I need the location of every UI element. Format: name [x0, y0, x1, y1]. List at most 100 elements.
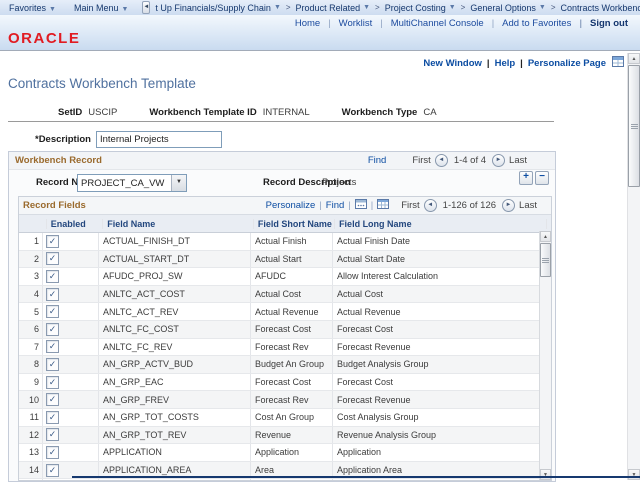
key-field: Workbench Template IDINTERNAL: [149, 107, 309, 118]
page-link-new-window[interactable]: New Window: [423, 58, 482, 69]
scroll-up-button[interactable]: ▲: [540, 231, 551, 242]
window-bottom-edge: [72, 476, 640, 478]
enabled-checkbox[interactable]: ✓: [46, 428, 59, 441]
page-link-help[interactable]: Help: [482, 58, 515, 69]
utility-link-multichannel-console[interactable]: MultiChannel Console: [372, 18, 483, 29]
field-long-name-cell: Allow Interest Calculation: [333, 268, 547, 285]
enabled-checkbox[interactable]: ✓: [46, 358, 59, 371]
page-scrollbar[interactable]: ▲ ▼: [627, 53, 640, 480]
check-icon: ✓: [49, 394, 57, 404]
header-band: HomeWorklistMultiChannel ConsoleAdd to F…: [0, 15, 640, 51]
enabled-cell: ✓: [42, 268, 99, 285]
field-name-cell: AN_GRP_FREV: [99, 391, 251, 408]
pager-prev-button[interactable]: ◄: [424, 199, 437, 212]
enabled-checkbox[interactable]: ✓: [46, 252, 59, 265]
scroll-down-button[interactable]: ▼: [628, 469, 640, 480]
main-menu-label: Main Menu: [74, 3, 119, 13]
personalize-layout-icon[interactable]: [612, 56, 624, 70]
arrow-left-icon: ◄: [438, 157, 444, 163]
check-icon: ✓: [49, 253, 57, 263]
field-long-name-cell: Actual Cost: [333, 286, 547, 303]
workbench-record-pager: First ◄ 1-4 of 4 ► Last: [412, 154, 527, 167]
breadcrumb-label: Contracts Workbench Template: [561, 3, 640, 13]
grip-icon: [631, 124, 638, 129]
divider: [8, 121, 554, 122]
enabled-checkbox[interactable]: ✓: [46, 411, 59, 424]
download-icon[interactable]: [377, 199, 389, 212]
enabled-cell: ✓: [42, 233, 99, 250]
page-scrollbar-thumb[interactable]: [628, 65, 640, 187]
check-icon: ✓: [49, 429, 57, 439]
field-short-name-cell: Forecast Rev: [251, 339, 333, 356]
table-row: 7 ✓ ANLTC_FC_REV Forecast Rev Forecast R…: [19, 339, 551, 357]
table-row: 13 ✓ APPLICATION Application Application: [19, 444, 551, 462]
chevron-down-icon: ▼: [539, 4, 546, 11]
row-number: 10: [19, 391, 42, 408]
enabled-checkbox[interactable]: ✓: [46, 464, 59, 477]
personalize-link[interactable]: Personalize: [266, 200, 316, 211]
check-icon: ✓: [49, 465, 57, 475]
view-all-icon[interactable]: [355, 199, 367, 212]
enabled-checkbox[interactable]: ✓: [46, 288, 59, 301]
table-row: 12 ✓ AN_GRP_TOT_REV Revenue Revenue Anal…: [19, 427, 551, 445]
field-name-cell: AN_GRP_TOT_REV: [99, 427, 251, 444]
record-fields-find-link[interactable]: Find: [326, 200, 344, 211]
utility-link-add-to-favorites[interactable]: Add to Favorites: [484, 18, 572, 29]
key-field-label: Workbench Type: [342, 107, 418, 118]
pager-next-button[interactable]: ►: [492, 154, 505, 167]
breadcrumb-item[interactable]: t Up Financials/Supply Chain▼: [155, 3, 281, 13]
pager-last-link[interactable]: Last: [509, 155, 527, 166]
chevron-down-icon: ▼: [363, 4, 370, 11]
description-input[interactable]: [96, 131, 222, 148]
table-row: 8 ✓ AN_GRP_ACTV_BUD Budget An Group Budg…: [19, 356, 551, 374]
pager-prev-button[interactable]: ◄: [435, 154, 448, 167]
check-icon: ✓: [49, 359, 57, 369]
table-row: 6 ✓ ANLTC_FC_COST Forecast Cost Forecast…: [19, 321, 551, 339]
utility-link-home[interactable]: Home: [295, 18, 320, 29]
utility-link-sign-out[interactable]: Sign out: [571, 18, 628, 29]
enabled-cell: ✓: [42, 409, 99, 426]
scroll-down-button[interactable]: ▼: [540, 469, 551, 480]
pager-first-link[interactable]: First: [412, 155, 430, 166]
add-row-button[interactable]: +: [519, 171, 533, 185]
field-long-name-cell: Application: [333, 444, 547, 461]
breadcrumb-label: Product Related: [296, 3, 361, 13]
grid-scrollbar-thumb[interactable]: [540, 243, 551, 277]
breadcrumb-item[interactable]: Product Related▼: [281, 3, 370, 13]
breadcrumb-item[interactable]: Project Costing▼: [370, 3, 456, 13]
separator: |: [371, 200, 373, 211]
pager-next-button[interactable]: ►: [502, 199, 515, 212]
page-link-personalize-page[interactable]: Personalize Page: [515, 58, 606, 69]
enabled-checkbox[interactable]: ✓: [46, 340, 59, 353]
enabled-checkbox[interactable]: ✓: [46, 270, 59, 283]
main-menu[interactable]: Main Menu▼: [65, 3, 137, 13]
enabled-checkbox[interactable]: ✓: [46, 323, 59, 336]
enabled-checkbox[interactable]: ✓: [46, 305, 59, 318]
enabled-cell: ✓: [42, 374, 99, 391]
favorites-menu[interactable]: Favorites▼: [0, 3, 65, 13]
check-icon: ✓: [49, 306, 57, 316]
enabled-cell: ✓: [42, 286, 99, 303]
key-field-value: INTERNAL: [263, 107, 310, 118]
grid-scrollbar[interactable]: ▲ ▼: [539, 231, 551, 480]
row-number: 14: [19, 462, 42, 479]
enabled-checkbox[interactable]: ✓: [46, 446, 59, 459]
enabled-checkbox[interactable]: ✓: [46, 393, 59, 406]
scroll-up-button[interactable]: ▲: [628, 53, 640, 64]
breadcrumb-item[interactable]: General Options▼: [456, 3, 546, 13]
enabled-cell: ✓: [42, 251, 99, 268]
pager-last-link[interactable]: Last: [519, 200, 537, 211]
description-row: *Description: [35, 131, 222, 148]
field-short-name-cell: Forecast Rev: [251, 391, 333, 408]
enabled-cell: ✓: [42, 391, 99, 408]
workbench-record-find-link[interactable]: Find: [368, 155, 386, 166]
delete-row-button[interactable]: −: [535, 171, 549, 185]
utility-link-worklist[interactable]: Worklist: [320, 18, 372, 29]
record-name-dropdown[interactable]: PROJECT_CA_VW ▼: [77, 174, 187, 192]
enabled-checkbox[interactable]: ✓: [46, 235, 59, 248]
breadcrumb-scroll-left-button[interactable]: ◄: [142, 1, 150, 14]
breadcrumb-item[interactable]: Contracts Workbench Template: [546, 3, 640, 13]
enabled-checkbox[interactable]: ✓: [46, 376, 59, 389]
chevron-down-icon: ▼: [121, 6, 128, 13]
pager-first-link[interactable]: First: [401, 200, 419, 211]
